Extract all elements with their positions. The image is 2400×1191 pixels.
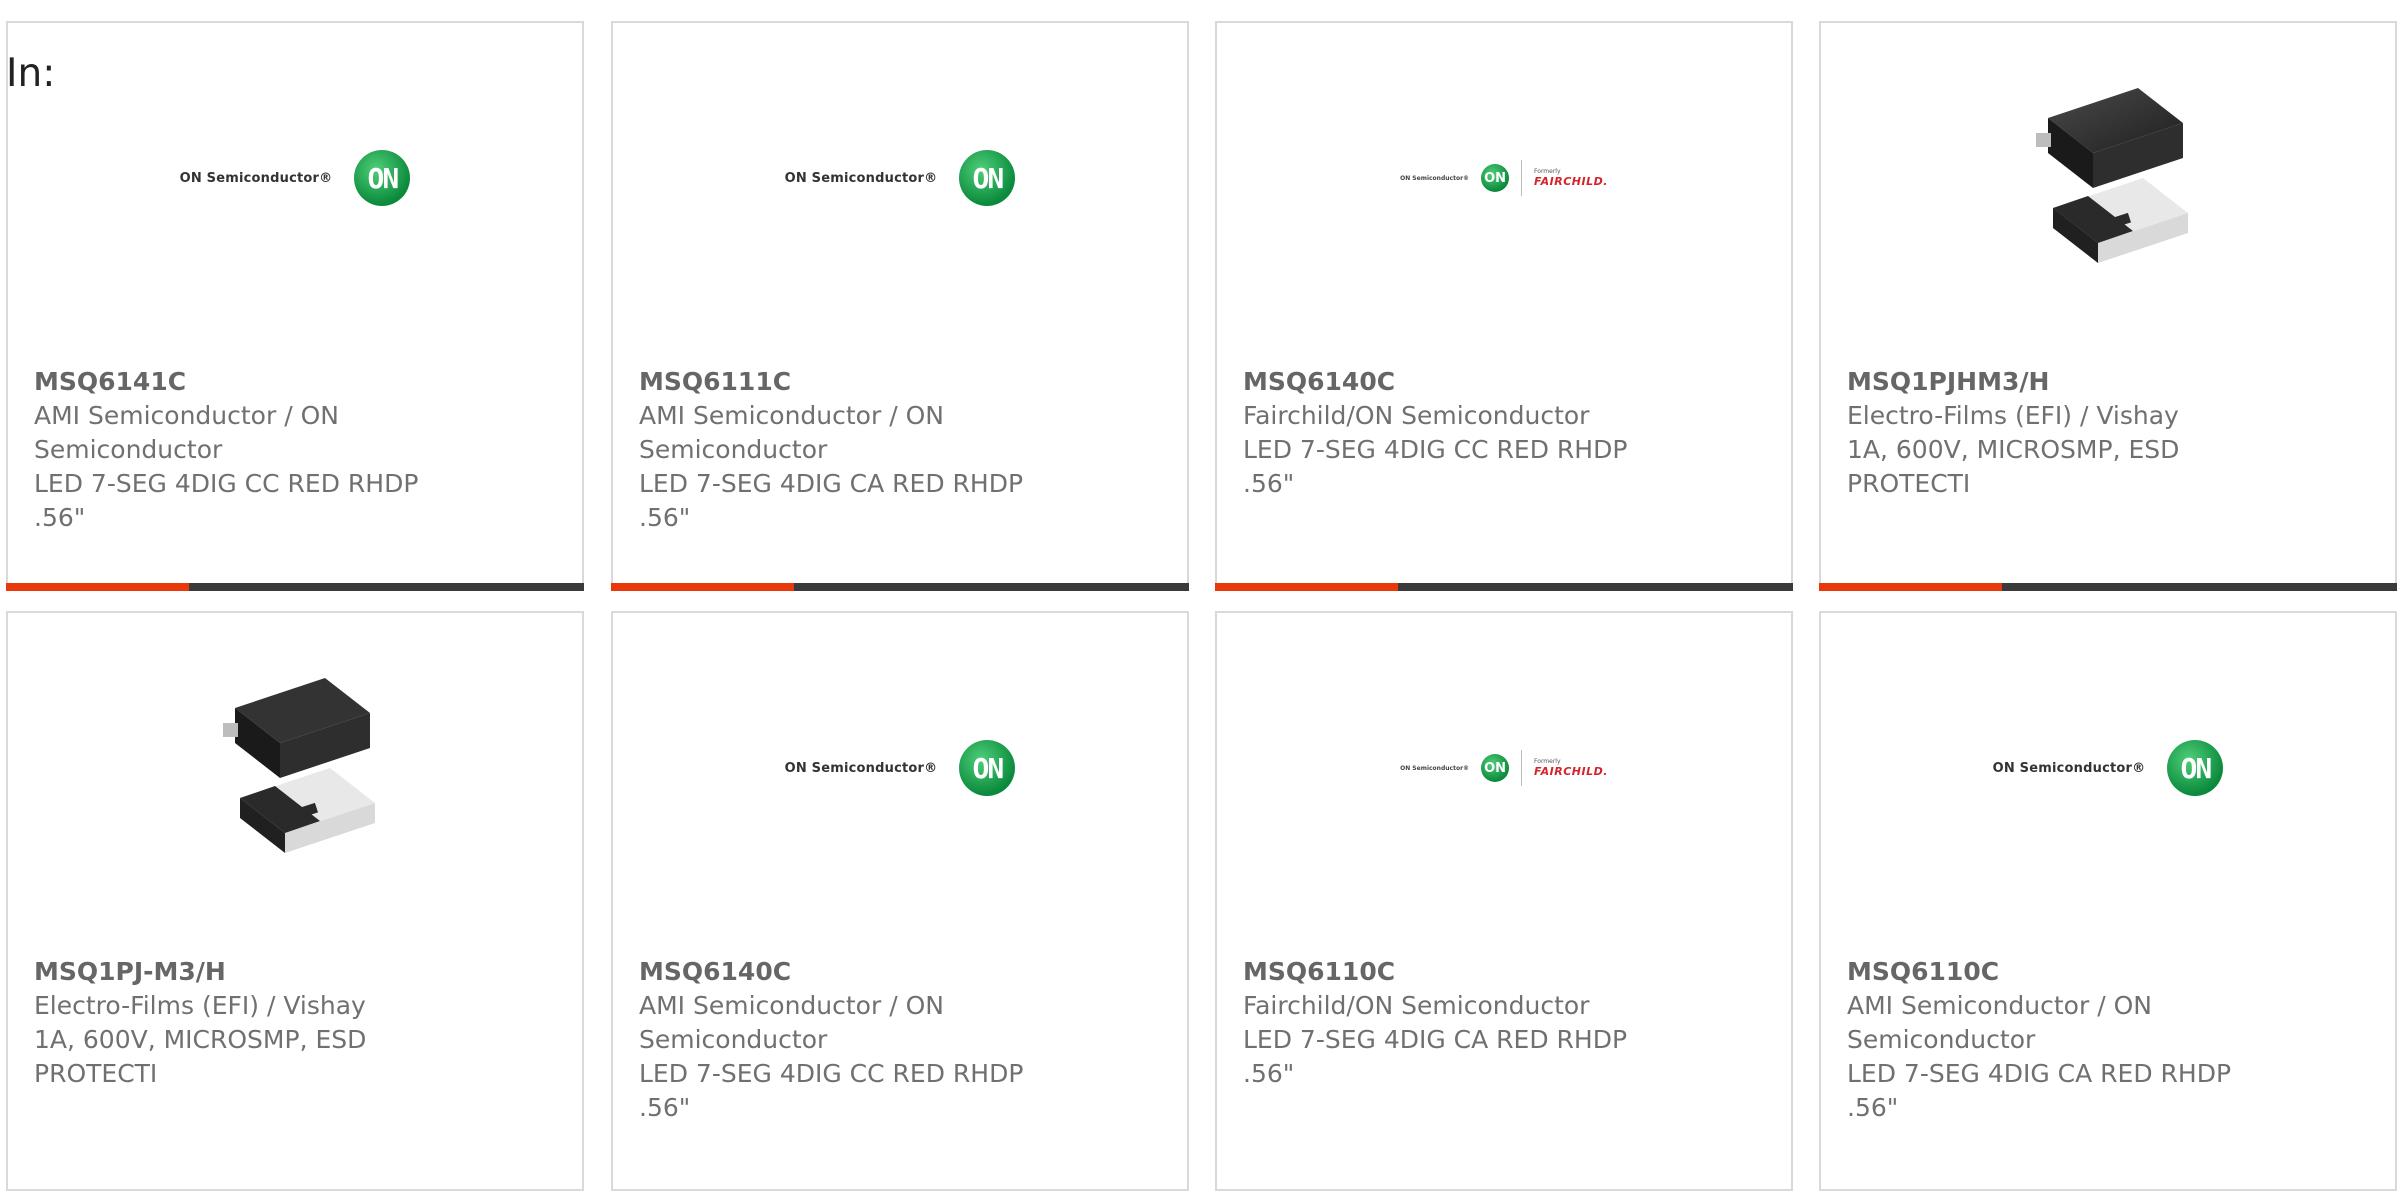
manufacturer: Electro-Films (EFI) / Vishay — [1847, 401, 2179, 430]
part-number[interactable]: MSQ6110C — [1243, 955, 1683, 989]
part-number[interactable]: MSQ6141C — [34, 365, 474, 399]
part-number[interactable]: MSQ6110C — [1847, 955, 2287, 989]
manufacturer: Fairchild/ON Semiconductor — [1243, 991, 1590, 1020]
card-accent — [1215, 583, 1398, 591]
part-number[interactable]: MSQ6140C — [639, 955, 1079, 989]
product-card[interactable]: MSQ1PJ-M3/H Electro-Films (EFI) / Vishay… — [6, 611, 584, 1191]
diode-package-photo — [2036, 88, 2188, 263]
product-image: ON Semiconductor® ON — [613, 63, 1187, 293]
on-wordmark: ON Semiconductor® — [784, 170, 938, 186]
logo-divider — [1521, 160, 1523, 196]
formerly-text: Formerly — [1534, 758, 1561, 765]
card-bottom-bar — [1819, 583, 2397, 591]
logo-divider — [1521, 750, 1523, 786]
product-image — [8, 653, 582, 883]
card-accent — [611, 583, 794, 591]
on-wordmark: ON Semiconductor® — [179, 170, 333, 186]
on-semiconductor-logo: ON Semiconductor® ON — [1993, 740, 2224, 796]
product-image: ON Semiconductor® ON Formerly FAIRCHILD. — [1217, 653, 1791, 883]
on-semiconductor-logo: ON Semiconductor® ON — [785, 740, 1016, 796]
fairchild-wordmark: FAIRCHILD. — [1534, 175, 1608, 188]
product-card[interactable]: MSQ1PJHM3/H Electro-Films (EFI) / Vishay… — [1819, 21, 2397, 591]
description: LED 7-SEG 4DIG CA RED RHDP .56" — [1243, 1025, 1628, 1088]
on-mark: ON — [1481, 754, 1510, 782]
manufacturer: Electro-Films (EFI) / Vishay — [34, 991, 366, 1020]
diode-package-photo — [223, 678, 375, 853]
filter-label: In: — [6, 51, 56, 96]
on-wordmark: ON Semiconductor® — [1400, 764, 1470, 772]
on-wordmark: ON Semiconductor® — [1400, 174, 1470, 182]
part-number[interactable]: MSQ6111C — [639, 365, 1079, 399]
manufacturer: Fairchild/ON Semiconductor — [1243, 401, 1590, 430]
fairchild-wordmark: FAIRCHILD. — [1534, 765, 1608, 778]
on-wordmark: ON Semiconductor® — [784, 760, 938, 776]
on-semiconductor-logo: ON Semiconductor® ON — [785, 150, 1016, 206]
card-bottom-bar — [6, 583, 584, 591]
product-card[interactable]: ON Semiconductor® ON Formerly FAIRCHILD.… — [1215, 21, 1793, 591]
description: 1A, 600V, MICROSMP, ESD PROTECTI — [1847, 435, 2180, 498]
product-image: ON Semiconductor® ON Formerly FAIRCHILD. — [1217, 63, 1791, 293]
description: LED 7-SEG 4DIG CA RED RHDP .56" — [1847, 1059, 2232, 1122]
description: LED 7-SEG 4DIG CC RED RHDP .56" — [639, 1059, 1024, 1122]
description: LED 7-SEG 4DIG CC RED RHDP .56" — [1243, 435, 1628, 498]
on-mark: ON — [354, 150, 411, 206]
product-image: ON Semiconductor® ON — [1821, 653, 2395, 883]
on-mark: ON — [959, 150, 1016, 206]
product-card[interactable]: ON Semiconductor® ON MSQ6140C AMI Semico… — [611, 611, 1189, 1191]
manufacturer: AMI Semiconductor / ON Semiconductor — [639, 991, 944, 1054]
card-bottom-bar — [1215, 583, 1793, 591]
on-semiconductor-logo: ON Semiconductor® ON — [180, 150, 411, 206]
description: 1A, 600V, MICROSMP, ESD PROTECTI — [34, 1025, 367, 1088]
product-image — [1821, 63, 2395, 293]
product-card[interactable]: ON Semiconductor® ON MSQ6111C AMI Semico… — [611, 21, 1189, 591]
formerly-text: Formerly — [1534, 168, 1561, 175]
product-card[interactable]: ON Semiconductor® ON Formerly FAIRCHILD.… — [1215, 611, 1793, 1191]
card-bottom-bar — [611, 583, 1189, 591]
part-number[interactable]: MSQ6140C — [1243, 365, 1683, 399]
description: LED 7-SEG 4DIG CA RED RHDP .56" — [639, 469, 1024, 532]
manufacturer: AMI Semiconductor / ON Semiconductor — [639, 401, 944, 464]
description: LED 7-SEG 4DIG CC RED RHDP .56" — [34, 469, 419, 532]
on-fairchild-logo: ON Semiconductor® ON Formerly FAIRCHILD. — [1400, 160, 1608, 196]
part-number[interactable]: MSQ1PJ-M3/H — [34, 955, 474, 989]
on-fairchild-logo: ON Semiconductor® ON Formerly FAIRCHILD. — [1400, 750, 1608, 786]
on-mark: ON — [959, 740, 1016, 796]
on-mark: ON — [1481, 164, 1510, 192]
manufacturer: AMI Semiconductor / ON Semiconductor — [34, 401, 339, 464]
card-accent — [1819, 583, 2002, 591]
manufacturer: AMI Semiconductor / ON Semiconductor — [1847, 991, 2152, 1054]
on-wordmark: ON Semiconductor® — [1992, 760, 2146, 776]
part-number[interactable]: MSQ1PJHM3/H — [1847, 365, 2287, 399]
product-card[interactable]: ON Semiconductor® ON MSQ6110C AMI Semico… — [1819, 611, 2397, 1191]
product-image: ON Semiconductor® ON — [8, 63, 582, 293]
product-card[interactable]: ON Semiconductor® ON MSQ6141C AMI Semico… — [6, 21, 584, 591]
on-mark: ON — [2167, 740, 2224, 796]
product-image: ON Semiconductor® ON — [613, 653, 1187, 883]
card-accent — [6, 583, 189, 591]
